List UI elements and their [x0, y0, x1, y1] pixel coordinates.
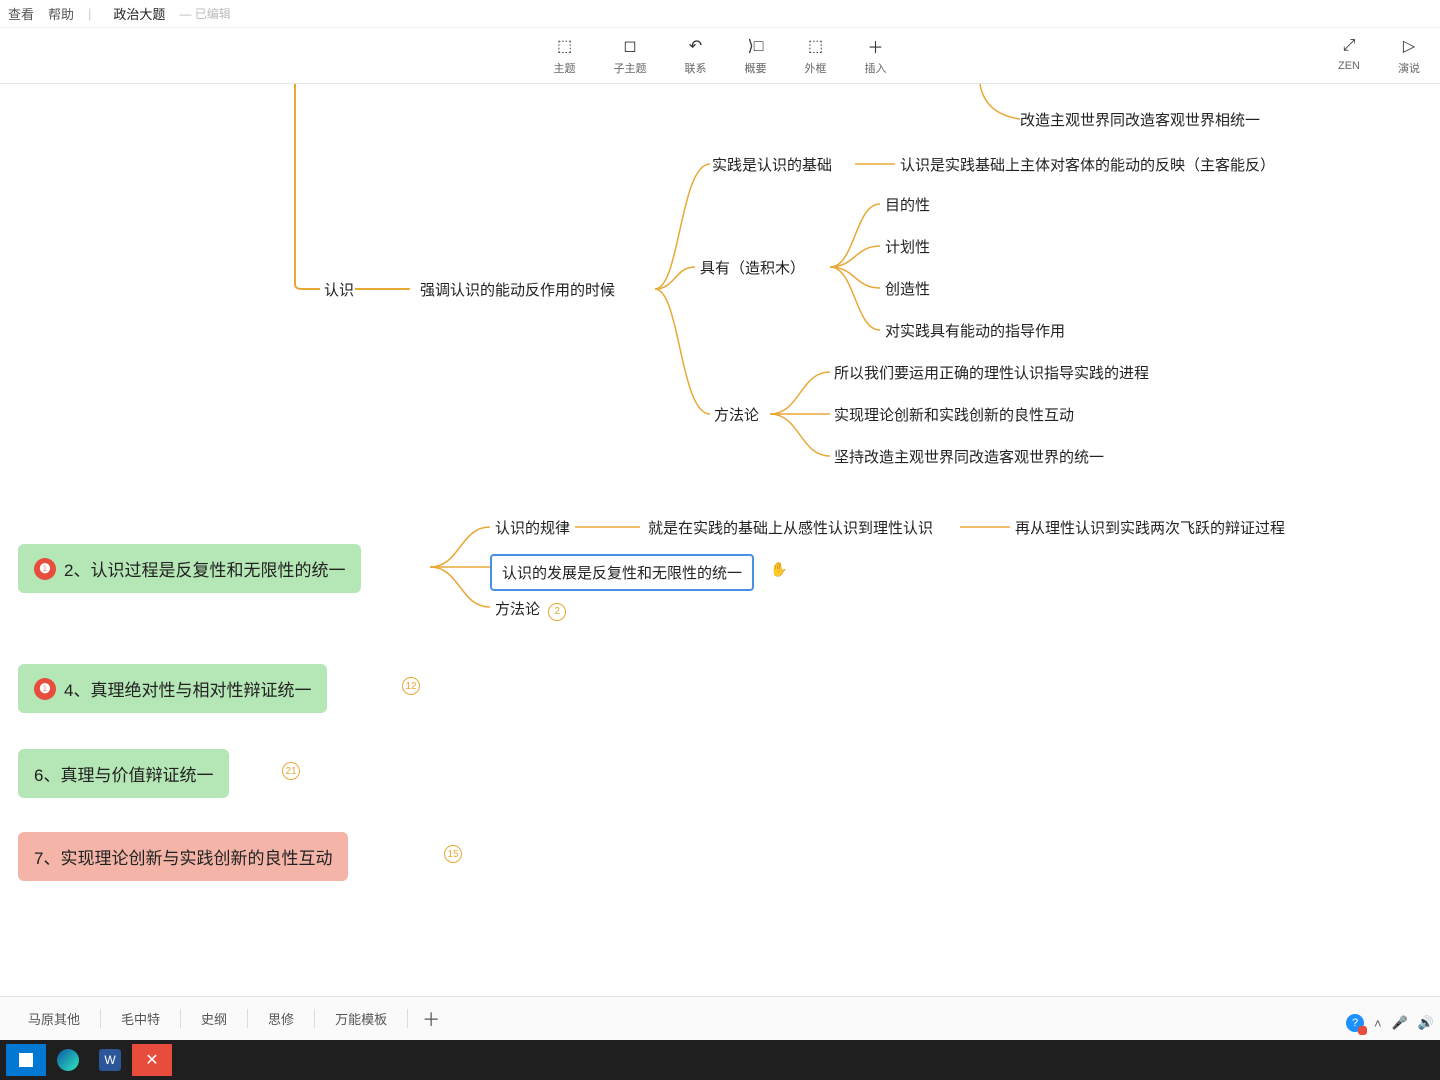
zen-icon: ⤢ — [1339, 36, 1359, 56]
xmind-icon[interactable]: ✕ — [132, 1044, 172, 1076]
mic-icon[interactable]: 🎤 — [1392, 1015, 1408, 1031]
cursor-icon: ✋ — [770, 561, 787, 578]
count-badge-s4: 12 — [402, 677, 420, 695]
toolbar-center: ⬚主题 ◻子主题 ↶联系 ⟩□概要 ⬚外框 ＋插入 — [554, 36, 887, 76]
count-badge-s7: 15 — [444, 845, 462, 863]
word-icon[interactable]: W — [90, 1044, 130, 1076]
node-section6[interactable]: 6、真理与价值辩证统一 — [18, 749, 229, 798]
node-s2-c1-s2[interactable]: 再从理性认识到实践两次飞跃的辩证过程 — [1015, 517, 1285, 538]
node-s2-c1-s1[interactable]: 就是在实践的基础上从感性认识到理性认识 — [648, 517, 933, 538]
menu-help[interactable]: 帮助 — [48, 4, 74, 23]
help-tray-icon[interactable]: ? — [1346, 1014, 1364, 1032]
topic-icon: ⬚ — [555, 36, 575, 56]
system-tray: ? ˄ 🎤 🔊 — [1346, 1014, 1434, 1032]
toolbar-right: ⤢ZEN ▷演说 — [1338, 36, 1420, 76]
add-sheet-button[interactable]: ＋ — [408, 1006, 454, 1032]
subtopic-icon: ◻ — [620, 36, 640, 56]
relationship-button[interactable]: ↶联系 — [685, 36, 707, 76]
sheet-tabs: 马原其他 毛中特 史纲 思修 万能模板 ＋ — [0, 996, 1440, 1040]
chevron-up-icon[interactable]: ˄ — [1374, 1016, 1382, 1031]
windows-taskbar: W ✕ — [0, 1040, 1440, 1080]
menu-view[interactable]: 查看 — [8, 4, 34, 23]
node-branch1[interactable]: 实践是认识的基础 — [712, 154, 832, 175]
plus-icon: ＋ — [866, 36, 886, 56]
node-root-child[interactable]: 强调认识的能动反作用的时候 — [420, 279, 615, 300]
node-root[interactable]: 认识 — [324, 279, 354, 300]
volume-icon[interactable]: 🔊 — [1418, 1015, 1434, 1031]
count-badge-s6: 21 — [282, 762, 300, 780]
edit-status: — 已编辑 — [179, 5, 230, 22]
node-section2[interactable]: ❶ 2、认识过程是反复性和无限性的统一 — [18, 544, 361, 593]
summary-icon: ⟩□ — [746, 36, 766, 56]
node-branch2-c2[interactable]: 计划性 — [885, 236, 930, 257]
node-s2-c3[interactable]: 方法论 2 — [495, 598, 566, 621]
node-branch2-c4[interactable]: 对实践具有能动的指导作用 — [885, 320, 1065, 341]
tab-3[interactable]: 思修 — [248, 1009, 315, 1028]
priority-badge: ❶ — [34, 558, 56, 580]
tab-2[interactable]: 史纲 — [181, 1009, 248, 1028]
count-badge: 2 — [548, 603, 566, 621]
play-icon: ▷ — [1399, 36, 1419, 56]
node-branch2-c3[interactable]: 创造性 — [885, 278, 930, 299]
mindmap-canvas[interactable]: 改造主观世界同改造客观世界相统一 认识 强调认识的能动反作用的时候 实践是认识的… — [0, 84, 1440, 1036]
subtopic-button[interactable]: ◻子主题 — [614, 36, 647, 76]
doc-title: 政治大题 — [113, 4, 165, 23]
topic-button[interactable]: ⬚主题 — [554, 36, 576, 76]
node-branch3-c1[interactable]: 所以我们要运用正确的理性认识指导实践的进程 — [834, 362, 1149, 383]
insert-button[interactable]: ＋插入 — [865, 36, 887, 76]
edge-icon[interactable] — [48, 1044, 88, 1076]
node-floating[interactable]: 改造主观世界同改造客观世界相统一 — [1020, 109, 1260, 130]
zen-button[interactable]: ⤢ZEN — [1338, 36, 1360, 76]
toolbar: ⬚主题 ◻子主题 ↶联系 ⟩□概要 ⬚外框 ＋插入 ⤢ZEN ▷演说 — [0, 28, 1440, 84]
node-s2-c1[interactable]: 认识的规律 — [495, 517, 570, 538]
node-branch2[interactable]: 具有（造积木） — [700, 257, 805, 278]
boundary-button[interactable]: ⬚外框 — [805, 36, 827, 76]
present-button[interactable]: ▷演说 — [1398, 36, 1420, 76]
title-bar: 查看 帮助 | 政治大题 — 已编辑 — [0, 0, 1440, 28]
priority-badge: ❶ — [34, 678, 56, 700]
node-branch3[interactable]: 方法论 — [714, 404, 759, 425]
tab-4[interactable]: 万能模板 — [315, 1009, 408, 1028]
node-branch1-child[interactable]: 认识是实践基础上主体对客体的能动的反映（主客能反） — [900, 154, 1275, 175]
relationship-icon: ↶ — [686, 36, 706, 56]
summary-button[interactable]: ⟩□概要 — [745, 36, 767, 76]
boundary-icon: ⬚ — [806, 36, 826, 56]
start-button[interactable] — [6, 1044, 46, 1076]
tab-1[interactable]: 毛中特 — [101, 1009, 181, 1028]
tab-0[interactable]: 马原其他 — [8, 1009, 101, 1028]
node-section7[interactable]: 7、实现理论创新与实践创新的良性互动 — [18, 832, 348, 881]
node-s2-c2-selected[interactable]: 认识的发展是反复性和无限性的统一 — [490, 554, 754, 591]
node-section4[interactable]: ❶ 4、真理绝对性与相对性辩证统一 — [18, 664, 327, 713]
node-branch2-c1[interactable]: 目的性 — [885, 194, 930, 215]
node-branch3-c2[interactable]: 实现理论创新和实践创新的良性互动 — [834, 404, 1074, 425]
node-branch3-c3[interactable]: 坚持改造主观世界同改造客观世界的统一 — [834, 446, 1104, 467]
